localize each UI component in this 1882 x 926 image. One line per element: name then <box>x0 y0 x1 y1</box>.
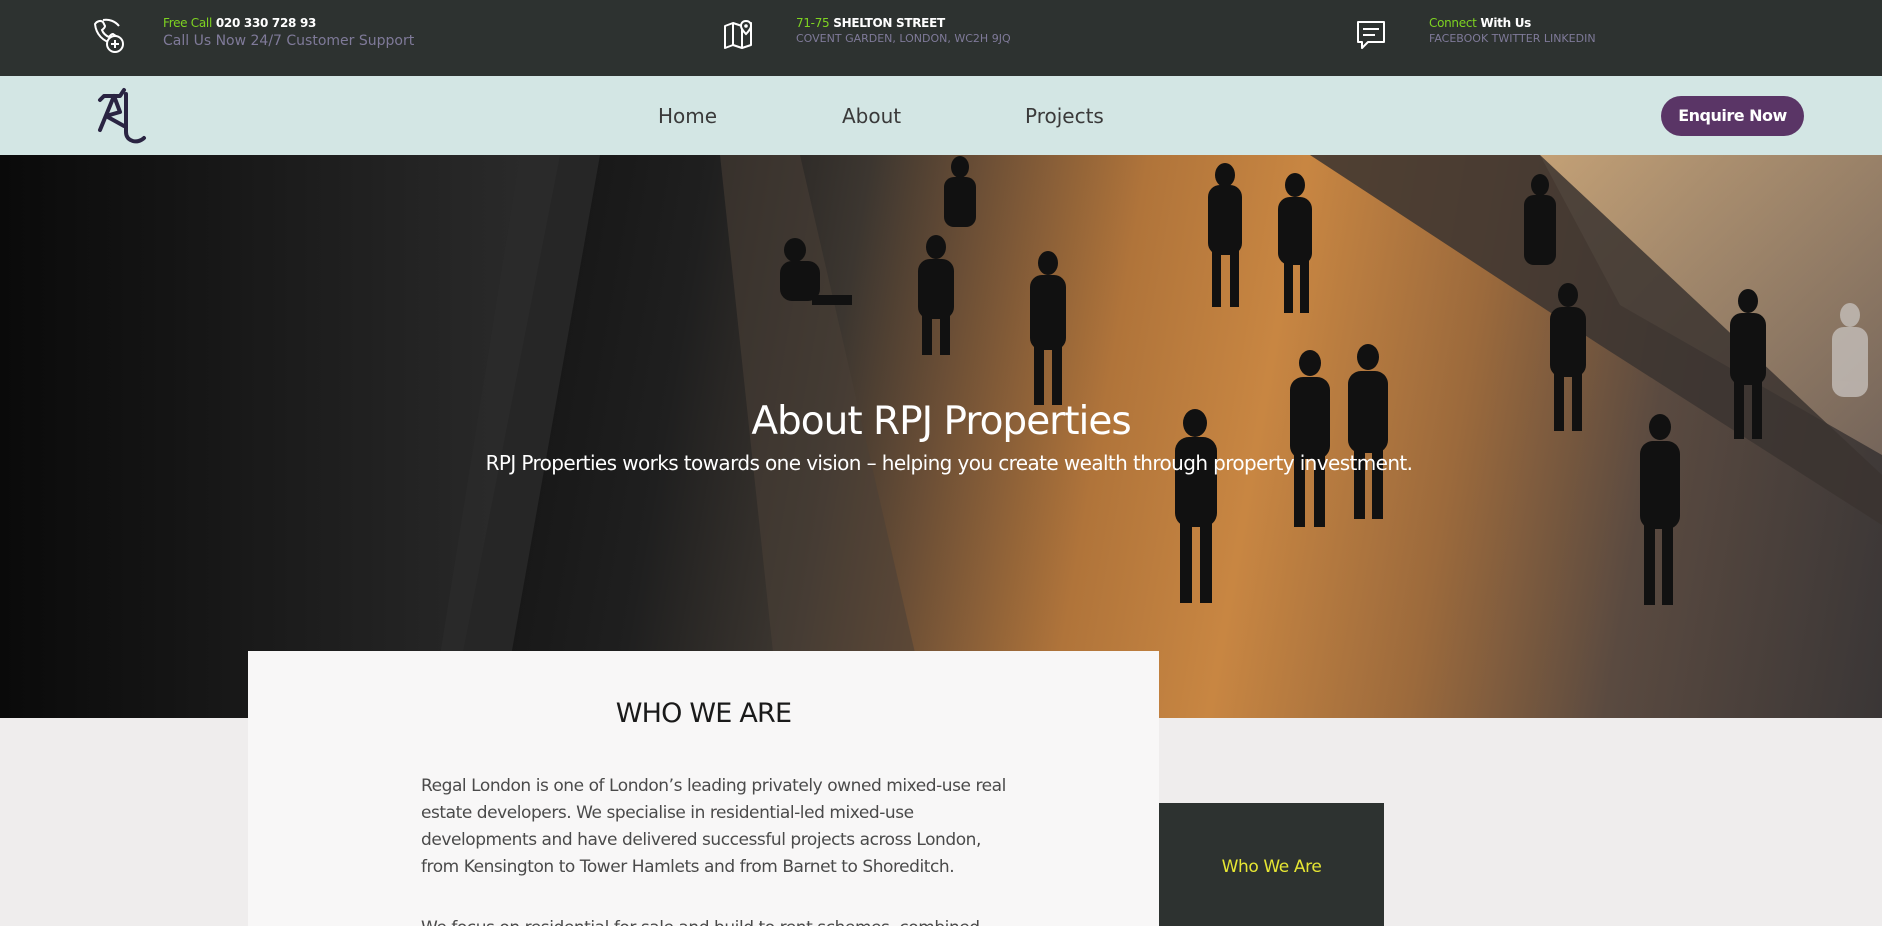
main-navbar: Home About Projects Enquire Now <box>0 76 1882 155</box>
nav-projects[interactable]: Projects <box>1025 104 1104 128</box>
street-number: 71-75 <box>796 16 830 30</box>
support-text: Call Us Now 24/7 Customer Support <box>163 33 415 49</box>
phone-text: Free Call 020 330 728 93 Call Us Now 24/… <box>163 15 414 51</box>
street-name: SHELTON STREET <box>833 16 945 30</box>
free-call-label: Free Call <box>163 16 212 30</box>
connect-text: Connect With Us FACEBOOK TWITTER LINKEDI… <box>1429 15 1596 47</box>
phone-number[interactable]: 020 330 728 93 <box>216 16 316 30</box>
second-paragraph: We focus on residential for sale and bui… <box>421 915 1021 926</box>
address-subline: COVENT GARDEN, LONDON, WC2H 9JQ <box>796 32 1011 45</box>
chat-icon <box>1357 21 1385 49</box>
hero-title: About RPJ Properties <box>751 399 1131 444</box>
address-text: 71-75 SHELTON STREET COVENT GARDEN, LOND… <box>796 15 1011 47</box>
sidebar-item-who-we-are[interactable]: Who We Are <box>1159 855 1384 879</box>
intro-paragraph: Regal London is one of London’s leading … <box>421 776 1006 877</box>
section-sidebar: Who We Are <box>1159 803 1384 926</box>
map-icon <box>724 19 753 49</box>
who-we-are-card: WHO WE ARE Regal London is one of London… <box>248 651 1159 926</box>
enquire-now-button[interactable]: Enquire Now <box>1661 96 1804 136</box>
connect-label: Connect <box>1429 16 1477 30</box>
nav-about[interactable]: About <box>842 104 901 128</box>
who-we-are-heading: WHO WE ARE <box>615 698 792 729</box>
social-links[interactable]: FACEBOOK TWITTER LINKEDIN <box>1429 31 1596 47</box>
phone-icon <box>93 18 124 53</box>
top-contact-bar: Free Call 020 330 728 93 Call Us Now 24/… <box>0 0 1882 76</box>
nav-home[interactable]: Home <box>658 104 717 128</box>
with-us-label: With Us <box>1480 16 1532 30</box>
rpj-logo[interactable] <box>90 86 150 148</box>
hero-subtitle: RPJ Properties works towards one vision … <box>485 451 1413 475</box>
hero-banner: About RPJ Properties RPJ Properties work… <box>0 155 1882 718</box>
